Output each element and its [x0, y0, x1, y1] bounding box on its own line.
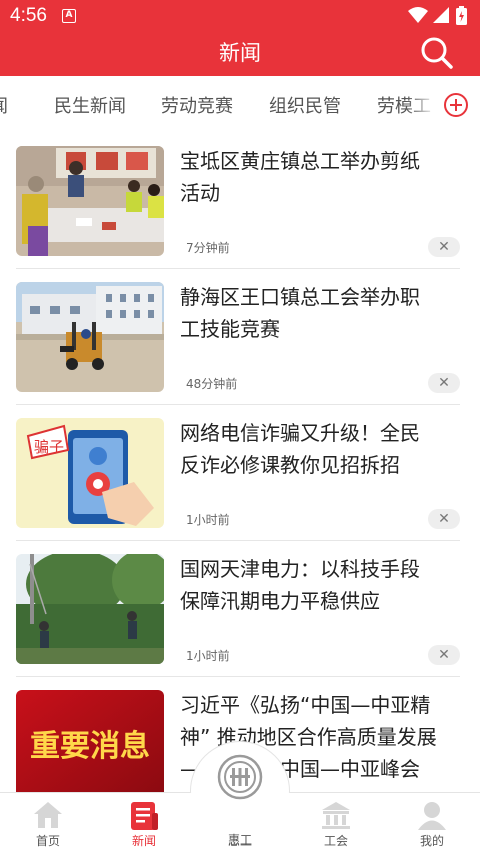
nav-mine[interactable]: 我的 [384, 793, 480, 855]
close-icon[interactable]: ✕ [428, 645, 460, 665]
status-bar: 4:56 A [0, 0, 480, 32]
search-icon[interactable] [418, 34, 454, 70]
user-icon [416, 799, 448, 831]
news-title[interactable]: 宝坻区黄庄镇总工举办剪纸 活动 [180, 145, 460, 209]
news-time: 7分钟前 [186, 241, 230, 255]
tab-partial[interactable]: 闻 [0, 92, 8, 118]
news-thumbnail [16, 282, 164, 392]
nav-news[interactable]: 新闻 [96, 793, 192, 855]
home-icon [32, 799, 64, 831]
thumbnail-text: 骗子 [34, 438, 64, 456]
thumbnail-text: 重要消息 [30, 729, 150, 764]
news-thumbnail [16, 146, 164, 256]
tabs-fade [406, 76, 436, 132]
close-icon[interactable]: ✕ [428, 237, 460, 257]
nav-mine-label: 我的 [419, 834, 444, 848]
news-title[interactable]: 网络电信诈骗又升级！全民 反诈必修课教你见招拆招 [180, 417, 460, 481]
nav-huigong-label-overlay: 惠工 [227, 833, 252, 847]
battery-icon [456, 6, 467, 29]
nav-home[interactable]: 首页 [0, 793, 96, 855]
news-title[interactable]: 国网天津电力：以科技手段 保障汛期电力平稳供应 [180, 553, 460, 617]
wifi-icon [408, 6, 428, 28]
tab-zuzhi[interactable]: 组织民管 [269, 92, 341, 118]
category-tabs: 闻 民生新闻 劳动竞赛 组织民管 劳模工 [0, 76, 480, 132]
app-notification-icon: A [62, 9, 76, 23]
nav-union-label: 工会 [323, 834, 348, 848]
signal-icon [432, 6, 450, 28]
news-list: 宝坻区黄庄镇总工举办剪纸 活动 7分钟前 ✕ 静海区王口镇总工会举办职 工技能竞… [0, 132, 480, 792]
tab-minsheng[interactable]: 民生新闻 [54, 92, 126, 118]
tab-add-area [434, 76, 480, 132]
status-time: 4:56 [10, 5, 47, 26]
news-time: 1小时前 [186, 513, 230, 527]
page-title: 新闻 [219, 41, 261, 65]
news-time: 1小时前 [186, 649, 230, 663]
nav-union[interactable]: 工会 [288, 793, 384, 855]
tab-laodong[interactable]: 劳动竞赛 [161, 92, 233, 118]
news-icon [128, 799, 160, 831]
list-item[interactable]: 国网天津电力：以科技手段 保障汛期电力平稳供应 1小时前 ✕ [16, 541, 460, 677]
union-logo-icon[interactable] [217, 754, 263, 800]
title-bar: 新闻 [0, 32, 480, 76]
status-icons [408, 6, 470, 26]
list-item[interactable]: 宝坻区黄庄镇总工举办剪纸 活动 7分钟前 ✕ [16, 133, 460, 269]
list-item[interactable]: 骗子 网络电信诈骗又升级！全民 反诈必修课教你见招拆招 1小时前 ✕ [16, 405, 460, 541]
institution-icon [320, 799, 352, 831]
nav-home-label: 首页 [35, 834, 60, 848]
news-thumbnail: 重要消息 [16, 690, 164, 792]
nav-news-label: 新闻 [131, 834, 156, 848]
close-icon[interactable]: ✕ [428, 373, 460, 393]
news-thumbnail: 骗子 [16, 418, 164, 528]
news-thumbnail [16, 554, 164, 664]
news-title[interactable]: 静海区王口镇总工会举办职 工技能竞赛 [180, 281, 460, 345]
close-icon[interactable]: ✕ [428, 509, 460, 529]
news-time: 48分钟前 [186, 377, 238, 391]
add-circle-icon[interactable] [444, 93, 468, 117]
list-item[interactable]: 静海区王口镇总工会举办职 工技能竞赛 48分钟前 ✕ [16, 269, 460, 405]
